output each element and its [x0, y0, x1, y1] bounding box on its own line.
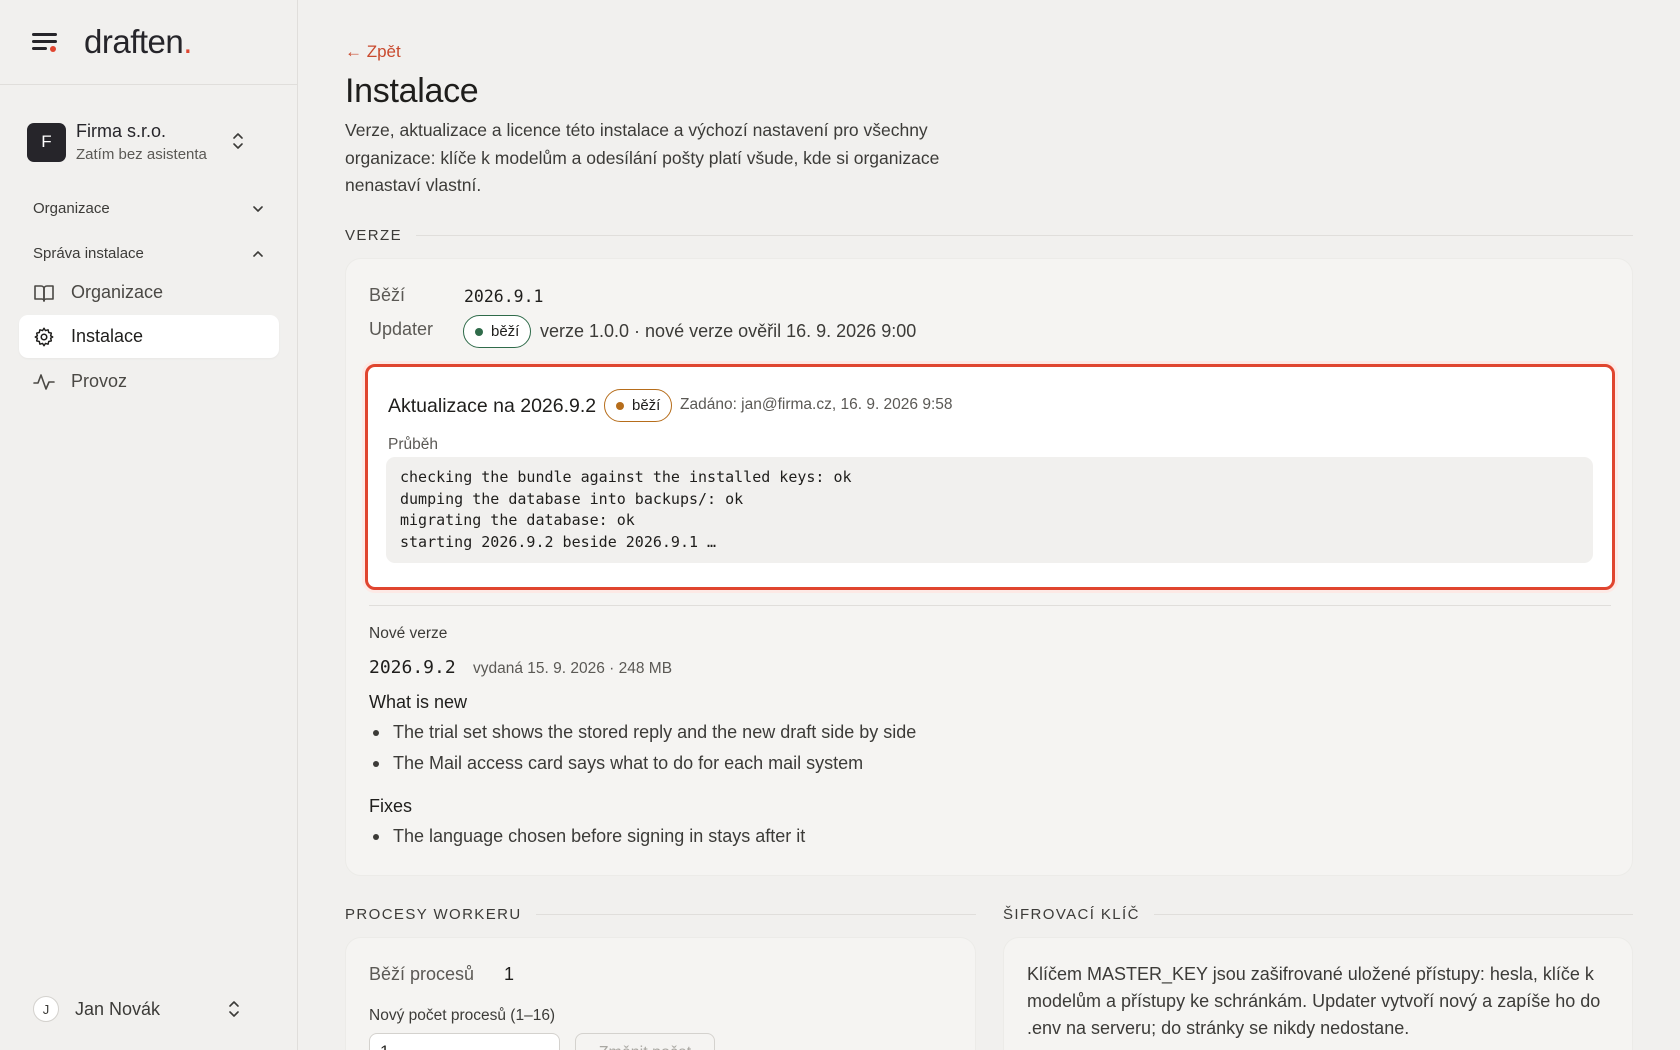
- org-name: Firma s.r.o.: [76, 121, 167, 141]
- encryption-card: Klíčem MASTER_KEY jsou zašifrované ulože…: [1003, 937, 1633, 1050]
- back-link[interactable]: ← Zpět: [345, 42, 401, 62]
- sidebar-item-label: Provoz: [71, 371, 128, 391]
- change-count-button[interactable]: Změnit počet: [575, 1033, 715, 1050]
- sidebar-item-label: Organizace: [71, 282, 164, 302]
- sidebar-item-provoz[interactable]: Provoz: [19, 360, 279, 403]
- divider: [369, 605, 1611, 606]
- section-workers-heading: PROCESY WORKERU: [345, 906, 976, 923]
- menu-icon[interactable]: [32, 31, 60, 53]
- update-job-panel: Aktualizace na 2026.9.2 běží Zadáno: jan…: [365, 364, 1615, 590]
- gear-icon: [33, 326, 55, 348]
- progress-label: Průběh: [388, 436, 438, 453]
- new-version-number: 2026.9.2: [369, 657, 456, 678]
- list-item: The language chosen before signing in st…: [369, 821, 805, 852]
- sidebar: draften. F Firma s.r.o. Zatím bez asiste…: [0, 0, 298, 1050]
- version-card: Běží 2026.9.1 Updater běží verze 1.0.0 ·…: [345, 258, 1633, 876]
- user-name: Jan Novák: [75, 998, 161, 1019]
- chevron-up-icon: [253, 250, 263, 257]
- fixes-title: Fixes: [369, 796, 413, 816]
- new-version-meta: vydaná 15. 9. 2026 · 248 MB: [473, 660, 673, 677]
- running-label: Běží: [369, 285, 406, 305]
- section-encryption-heading: ŠIFROVACÍ KLÍČ: [1003, 906, 1633, 923]
- worker-count-input[interactable]: 1: [369, 1033, 560, 1050]
- nav-group-label: Správa instalace: [33, 245, 144, 262]
- org-avatar: F: [27, 122, 66, 162]
- new-count-label: Nový počet procesů (1–16): [369, 1007, 556, 1024]
- running-version: 2026.9.1: [464, 287, 544, 306]
- nav-group-sprava-instalace[interactable]: Správa instalace: [33, 245, 265, 262]
- log-line: starting 2026.9.2 beside 2026.9.1 …: [400, 533, 717, 552]
- logo[interactable]: draften.: [84, 23, 192, 61]
- log-line: checking the bundle against the installe…: [400, 468, 852, 486]
- updater-info: verze 1.0.0 · nové verze ověřil 16. 9. 2…: [540, 321, 917, 341]
- chevron-updown-icon: [229, 1001, 239, 1017]
- status-badge: běží: [604, 389, 673, 422]
- workers-running-label: Běží procesů: [369, 964, 475, 984]
- nav-group-label: Organizace: [33, 200, 110, 217]
- progress-log: checking the bundle against the installe…: [386, 457, 1593, 563]
- sidebar-item-organizace[interactable]: Organizace: [19, 271, 279, 314]
- chevron-down-icon: [253, 205, 263, 212]
- whats-new-list: The trial set shows the stored reply and…: [369, 717, 916, 779]
- status-badge: běží: [463, 315, 532, 348]
- page-title: Instalace: [345, 72, 479, 110]
- nav-group-organizace[interactable]: Organizace: [33, 200, 265, 217]
- sidebar-item-instalace[interactable]: Instalace: [19, 315, 279, 358]
- encryption-description: Klíčem MASTER_KEY jsou zašifrované ulože…: [1027, 964, 1601, 1038]
- new-versions-label: Nové verze: [369, 625, 448, 642]
- whats-new-title: What is new: [369, 692, 468, 712]
- job-meta: Zadáno: jan@firma.cz, 16. 9. 2026 9:58: [680, 396, 953, 413]
- chevron-updown-icon: [233, 133, 243, 149]
- fixes-list: The language chosen before signing in st…: [369, 821, 805, 852]
- updater-label: Updater: [369, 319, 434, 339]
- page-description: Verze, aktualizace a licence této instal…: [345, 120, 940, 195]
- log-line: dumping the database into backups/: ok: [400, 489, 744, 508]
- workers-running-value: 1: [504, 964, 515, 984]
- brand-bar: draften.: [0, 0, 297, 85]
- workers-card: Běží procesů 1 Nový počet procesů (1–16)…: [345, 937, 976, 1050]
- sidebar-item-label: Instalace: [71, 326, 144, 346]
- log-line: migrating the database: ok: [400, 511, 635, 530]
- list-item: The trial set shows the stored reply and…: [369, 717, 916, 748]
- user-menu[interactable]: J Jan Novák: [33, 994, 265, 1024]
- section-verze-heading: VERZE: [345, 227, 1633, 244]
- list-item: The Mail access card says what to do for…: [369, 748, 916, 779]
- job-title: Aktualizace na 2026.9.2: [388, 395, 597, 417]
- org-switcher[interactable]: F Firma s.r.o. Zatím bez asistenta: [27, 116, 273, 168]
- book-icon: [33, 282, 55, 304]
- avatar: J: [33, 996, 59, 1022]
- activity-icon: [33, 371, 55, 393]
- org-subtitle: Zatím bez asistenta: [76, 146, 207, 163]
